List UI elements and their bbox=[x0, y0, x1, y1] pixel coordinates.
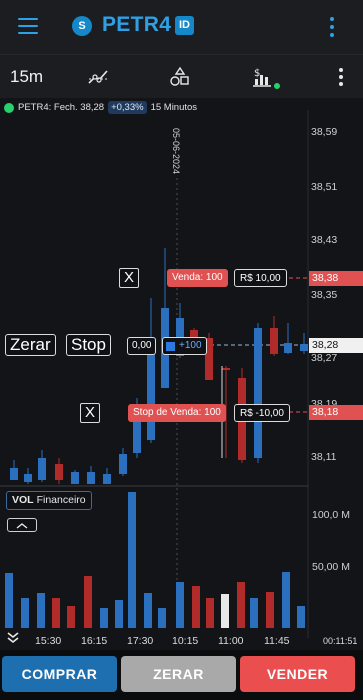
candle-body bbox=[10, 468, 18, 480]
average-price-box: 0,00 bbox=[127, 337, 157, 355]
volume-bar bbox=[176, 582, 184, 628]
volume-bar bbox=[67, 606, 75, 628]
position-quantity-box[interactable]: +100 bbox=[162, 337, 207, 355]
volume-bar bbox=[297, 606, 305, 628]
ticker-badge: S bbox=[72, 16, 92, 36]
price-axis-label: 38,35 bbox=[311, 289, 338, 301]
timeframe-selector[interactable]: 15m bbox=[10, 67, 43, 87]
stop-position-button[interactable]: Stop bbox=[66, 334, 111, 356]
menu-icon[interactable] bbox=[18, 18, 38, 34]
price-axis-label: 38,51 bbox=[311, 181, 338, 193]
stop-order-tag[interactable]: Stop de Venda: 100 bbox=[128, 404, 226, 422]
zero-button[interactable]: ZERAR bbox=[121, 656, 236, 692]
more-vert-icon[interactable] bbox=[338, 68, 344, 86]
candle-body bbox=[300, 344, 308, 351]
candle-body bbox=[222, 368, 230, 370]
collapse-panel-button[interactable] bbox=[7, 518, 37, 532]
candlestick-chart[interactable] bbox=[0, 98, 363, 650]
sell-order-pnl: R$ 10,00 bbox=[234, 269, 287, 287]
time-axis-label: 10:15 bbox=[172, 635, 199, 647]
more-vert-icon[interactable] bbox=[329, 17, 335, 37]
cancel-stop-button[interactable]: X bbox=[80, 403, 100, 423]
volume-bar bbox=[144, 593, 152, 628]
volume-bar bbox=[52, 598, 60, 628]
volume-bar bbox=[128, 492, 136, 628]
zerar-position-button[interactable]: Zerar bbox=[5, 334, 56, 356]
volume-indicator-label[interactable]: VOL Financeiro bbox=[6, 491, 92, 510]
clock: 00:11:51 bbox=[323, 636, 358, 646]
volume-bar bbox=[21, 598, 29, 628]
sell-order-price: 38,38 bbox=[309, 271, 363, 286]
app-bar: S PETR4 ID bbox=[0, 0, 363, 54]
candle-body bbox=[284, 343, 292, 353]
time-axis-label: 17:30 bbox=[127, 635, 154, 647]
buy-button[interactable]: COMPRAR bbox=[2, 656, 117, 692]
price-axis-label: 38,59 bbox=[311, 126, 338, 138]
volume-bar bbox=[266, 592, 274, 628]
time-axis-label: 16:15 bbox=[81, 635, 108, 647]
volume-bar bbox=[282, 572, 290, 628]
volume-bar bbox=[221, 594, 229, 628]
price-axis-label: 38,43 bbox=[311, 234, 338, 246]
trendline-icon[interactable] bbox=[86, 65, 110, 89]
candle-body bbox=[103, 474, 111, 484]
candle-body bbox=[119, 454, 127, 474]
candle-body bbox=[87, 472, 95, 484]
volume-axis-label: 50,00 M bbox=[312, 561, 350, 573]
volume-label-bold: VOL bbox=[12, 494, 34, 506]
price-axis-label: 38,27 bbox=[311, 352, 338, 364]
time-axis-label: 11:00 bbox=[218, 635, 244, 647]
price-axis-label: 38,11 bbox=[311, 451, 337, 463]
volume-bar bbox=[237, 582, 245, 628]
time-axis-label: 11:45 bbox=[264, 635, 290, 647]
date-marker: 05-06-2024 bbox=[171, 128, 181, 175]
position-square-icon bbox=[166, 341, 175, 351]
stop-order-price: 38,18 bbox=[309, 405, 363, 420]
volume-bar bbox=[206, 598, 214, 628]
volume-bar bbox=[192, 586, 200, 628]
shapes-icon[interactable] bbox=[168, 65, 192, 89]
stop-order-pnl: R$ -10,00 bbox=[234, 404, 290, 422]
ticker-title[interactable]: PETR4 bbox=[102, 13, 171, 37]
volume-bar bbox=[37, 593, 45, 628]
position-quantity: +100 bbox=[179, 340, 202, 351]
candle-body bbox=[71, 472, 79, 484]
candle-body bbox=[270, 328, 278, 354]
volume-label-text: Financeiro bbox=[36, 494, 86, 506]
time-axis-label: 15:30 bbox=[35, 635, 62, 647]
current-price-tag: 38,28 bbox=[309, 338, 363, 353]
volume-bar bbox=[115, 600, 123, 628]
volume-axis-label: 100,0 M bbox=[312, 509, 350, 521]
volume-bar bbox=[100, 608, 108, 628]
candle-body bbox=[254, 328, 262, 458]
id-badge: ID bbox=[175, 16, 194, 35]
volume-bar bbox=[158, 608, 166, 628]
cancel-order-button[interactable]: X bbox=[119, 268, 139, 288]
candle-body bbox=[38, 458, 46, 480]
volume-bar bbox=[84, 576, 92, 628]
sell-order-tag[interactable]: Venda: 100 bbox=[167, 269, 228, 287]
candle-body bbox=[24, 474, 32, 482]
volume-bar bbox=[5, 573, 13, 628]
indicators-icon[interactable]: $ bbox=[250, 65, 282, 89]
double-chevron-down-icon[interactable] bbox=[6, 631, 20, 645]
sell-button[interactable]: VENDER bbox=[240, 656, 355, 692]
volume-bar bbox=[250, 598, 258, 628]
candle-body bbox=[55, 464, 63, 480]
chart-toolbar: 15m $ bbox=[0, 54, 363, 98]
chevron-up-icon bbox=[16, 523, 28, 529]
svg-text:$: $ bbox=[254, 68, 260, 79]
